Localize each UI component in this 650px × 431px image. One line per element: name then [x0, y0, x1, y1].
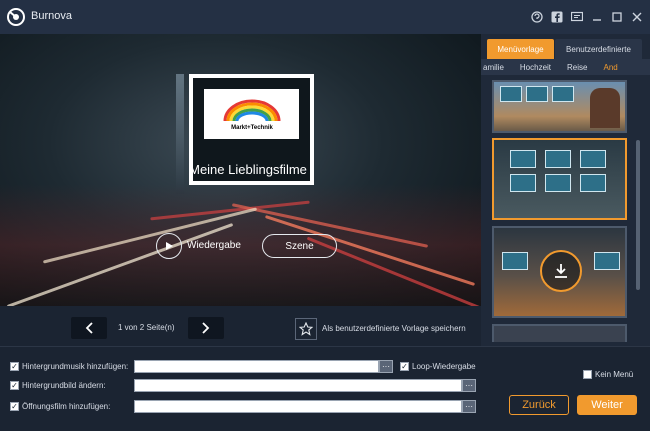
play-label[interactable]: Wiedergabe: [187, 240, 241, 251]
prev-page-button[interactable]: [71, 317, 107, 339]
category-travel[interactable]: Reise: [567, 63, 587, 72]
scene-button[interactable]: Szene: [262, 234, 337, 258]
music-checkbox[interactable]: [10, 362, 19, 371]
opening-input[interactable]: [134, 400, 462, 413]
template-person-image: [590, 88, 620, 128]
no-menu-label: Kein Menü: [595, 370, 634, 379]
template-thumbnail[interactable]: [492, 324, 627, 342]
star-icon: [299, 322, 313, 336]
music-input[interactable]: [134, 360, 379, 373]
category-other[interactable]: And: [603, 63, 617, 72]
support-icon[interactable]: [530, 10, 544, 24]
save-template-label[interactable]: Als benutzerdefinierte Vorlage speichern: [322, 324, 466, 333]
close-icon[interactable]: [630, 10, 644, 24]
play-icon: [166, 242, 173, 250]
next-button[interactable]: Weiter: [577, 395, 637, 415]
app-title: Burnova: [31, 10, 72, 22]
opening-browse-button[interactable]: ···: [462, 400, 476, 413]
background-row: Hintergrundbild ändern:: [10, 381, 106, 390]
template-photo-slot: [545, 150, 571, 168]
no-menu-checkbox[interactable]: [583, 370, 592, 379]
feedback-icon[interactable]: [570, 10, 584, 24]
music-browse-button[interactable]: ···: [379, 360, 393, 373]
category-family[interactable]: amilie: [483, 63, 504, 72]
facebook-icon[interactable]: [550, 10, 564, 24]
page-navigation: 1 von 2 Seite(n) Als benutzerdefinierte …: [0, 306, 481, 346]
chevron-left-icon: [85, 322, 93, 334]
tab-custom[interactable]: Benutzerdefinierte: [555, 39, 642, 59]
template-photo-slot: [510, 150, 536, 168]
rainbow-logo-icon: Markt+Technik: [223, 99, 280, 131]
background-browse-button[interactable]: ···: [462, 379, 476, 392]
maximize-icon[interactable]: [610, 10, 624, 24]
template-tabs: Menüvorlage Benutzerdefinierte: [487, 39, 642, 59]
play-button[interactable]: [156, 233, 182, 259]
template-panel: Menüvorlage Benutzerdefinierte amilie Ho…: [481, 34, 650, 346]
loop-checkbox[interactable]: [400, 362, 409, 371]
opening-row: Öffnungsfilm hinzufügen:: [10, 402, 110, 411]
template-thumbnail[interactable]: [492, 80, 627, 133]
logo-text: Markt+Technik: [231, 125, 273, 131]
background-label: Hintergrundbild ändern:: [22, 381, 106, 390]
burnova-logo-icon: [7, 8, 25, 26]
download-icon: [555, 264, 567, 278]
template-photo-slot: [502, 252, 528, 270]
titlebar-controls: [530, 10, 644, 24]
template-thumbnail-download[interactable]: [492, 226, 627, 318]
template-photo-slot: [580, 150, 606, 168]
loop-row: Loop-Wiedergabe: [400, 362, 476, 371]
menu-preview: Markt+Technik Meine Lieblingsfilme Wiede…: [0, 34, 481, 306]
template-photo-slot: [594, 252, 620, 270]
template-thumbnail-selected[interactable]: [492, 138, 627, 220]
template-scrollbar[interactable]: [636, 140, 640, 290]
template-categories: amilie Hochzeit Reise And: [481, 59, 650, 75]
template-photo-slot: [580, 174, 606, 192]
no-menu-row: Kein Menü: [583, 370, 633, 379]
template-photo-slot: [500, 86, 522, 102]
template-photo-slot: [545, 174, 571, 192]
title-bar: Burnova: [0, 0, 650, 34]
music-row: Hintergrundmusik hinzufügen:: [10, 362, 128, 371]
loop-label: Loop-Wiedergabe: [412, 362, 476, 371]
page-info: 1 von 2 Seite(n): [118, 323, 175, 332]
background-input[interactable]: [134, 379, 462, 392]
template-photo-slot: [526, 86, 548, 102]
category-wedding[interactable]: Hochzeit: [520, 63, 551, 72]
next-page-button[interactable]: [188, 317, 224, 339]
disc-title[interactable]: Meine Lieblingsfilme: [0, 162, 481, 177]
template-list: [492, 80, 627, 342]
background-checkbox[interactable]: [10, 381, 19, 390]
tab-menu-template[interactable]: Menüvorlage: [487, 39, 554, 59]
disc-logo: Markt+Technik: [204, 89, 299, 139]
download-button[interactable]: [540, 250, 582, 292]
opening-label: Öffnungsfilm hinzufügen:: [22, 402, 111, 411]
chevron-right-icon: [202, 322, 210, 334]
back-button[interactable]: Zurück: [509, 395, 569, 415]
template-photo-slot: [510, 174, 536, 192]
music-label: Hintergrundmusik hinzufügen:: [22, 362, 129, 371]
save-template-button[interactable]: [295, 318, 317, 340]
template-photo-slot: [552, 86, 574, 102]
opening-checkbox[interactable]: [10, 402, 19, 411]
minimize-icon[interactable]: [590, 10, 604, 24]
